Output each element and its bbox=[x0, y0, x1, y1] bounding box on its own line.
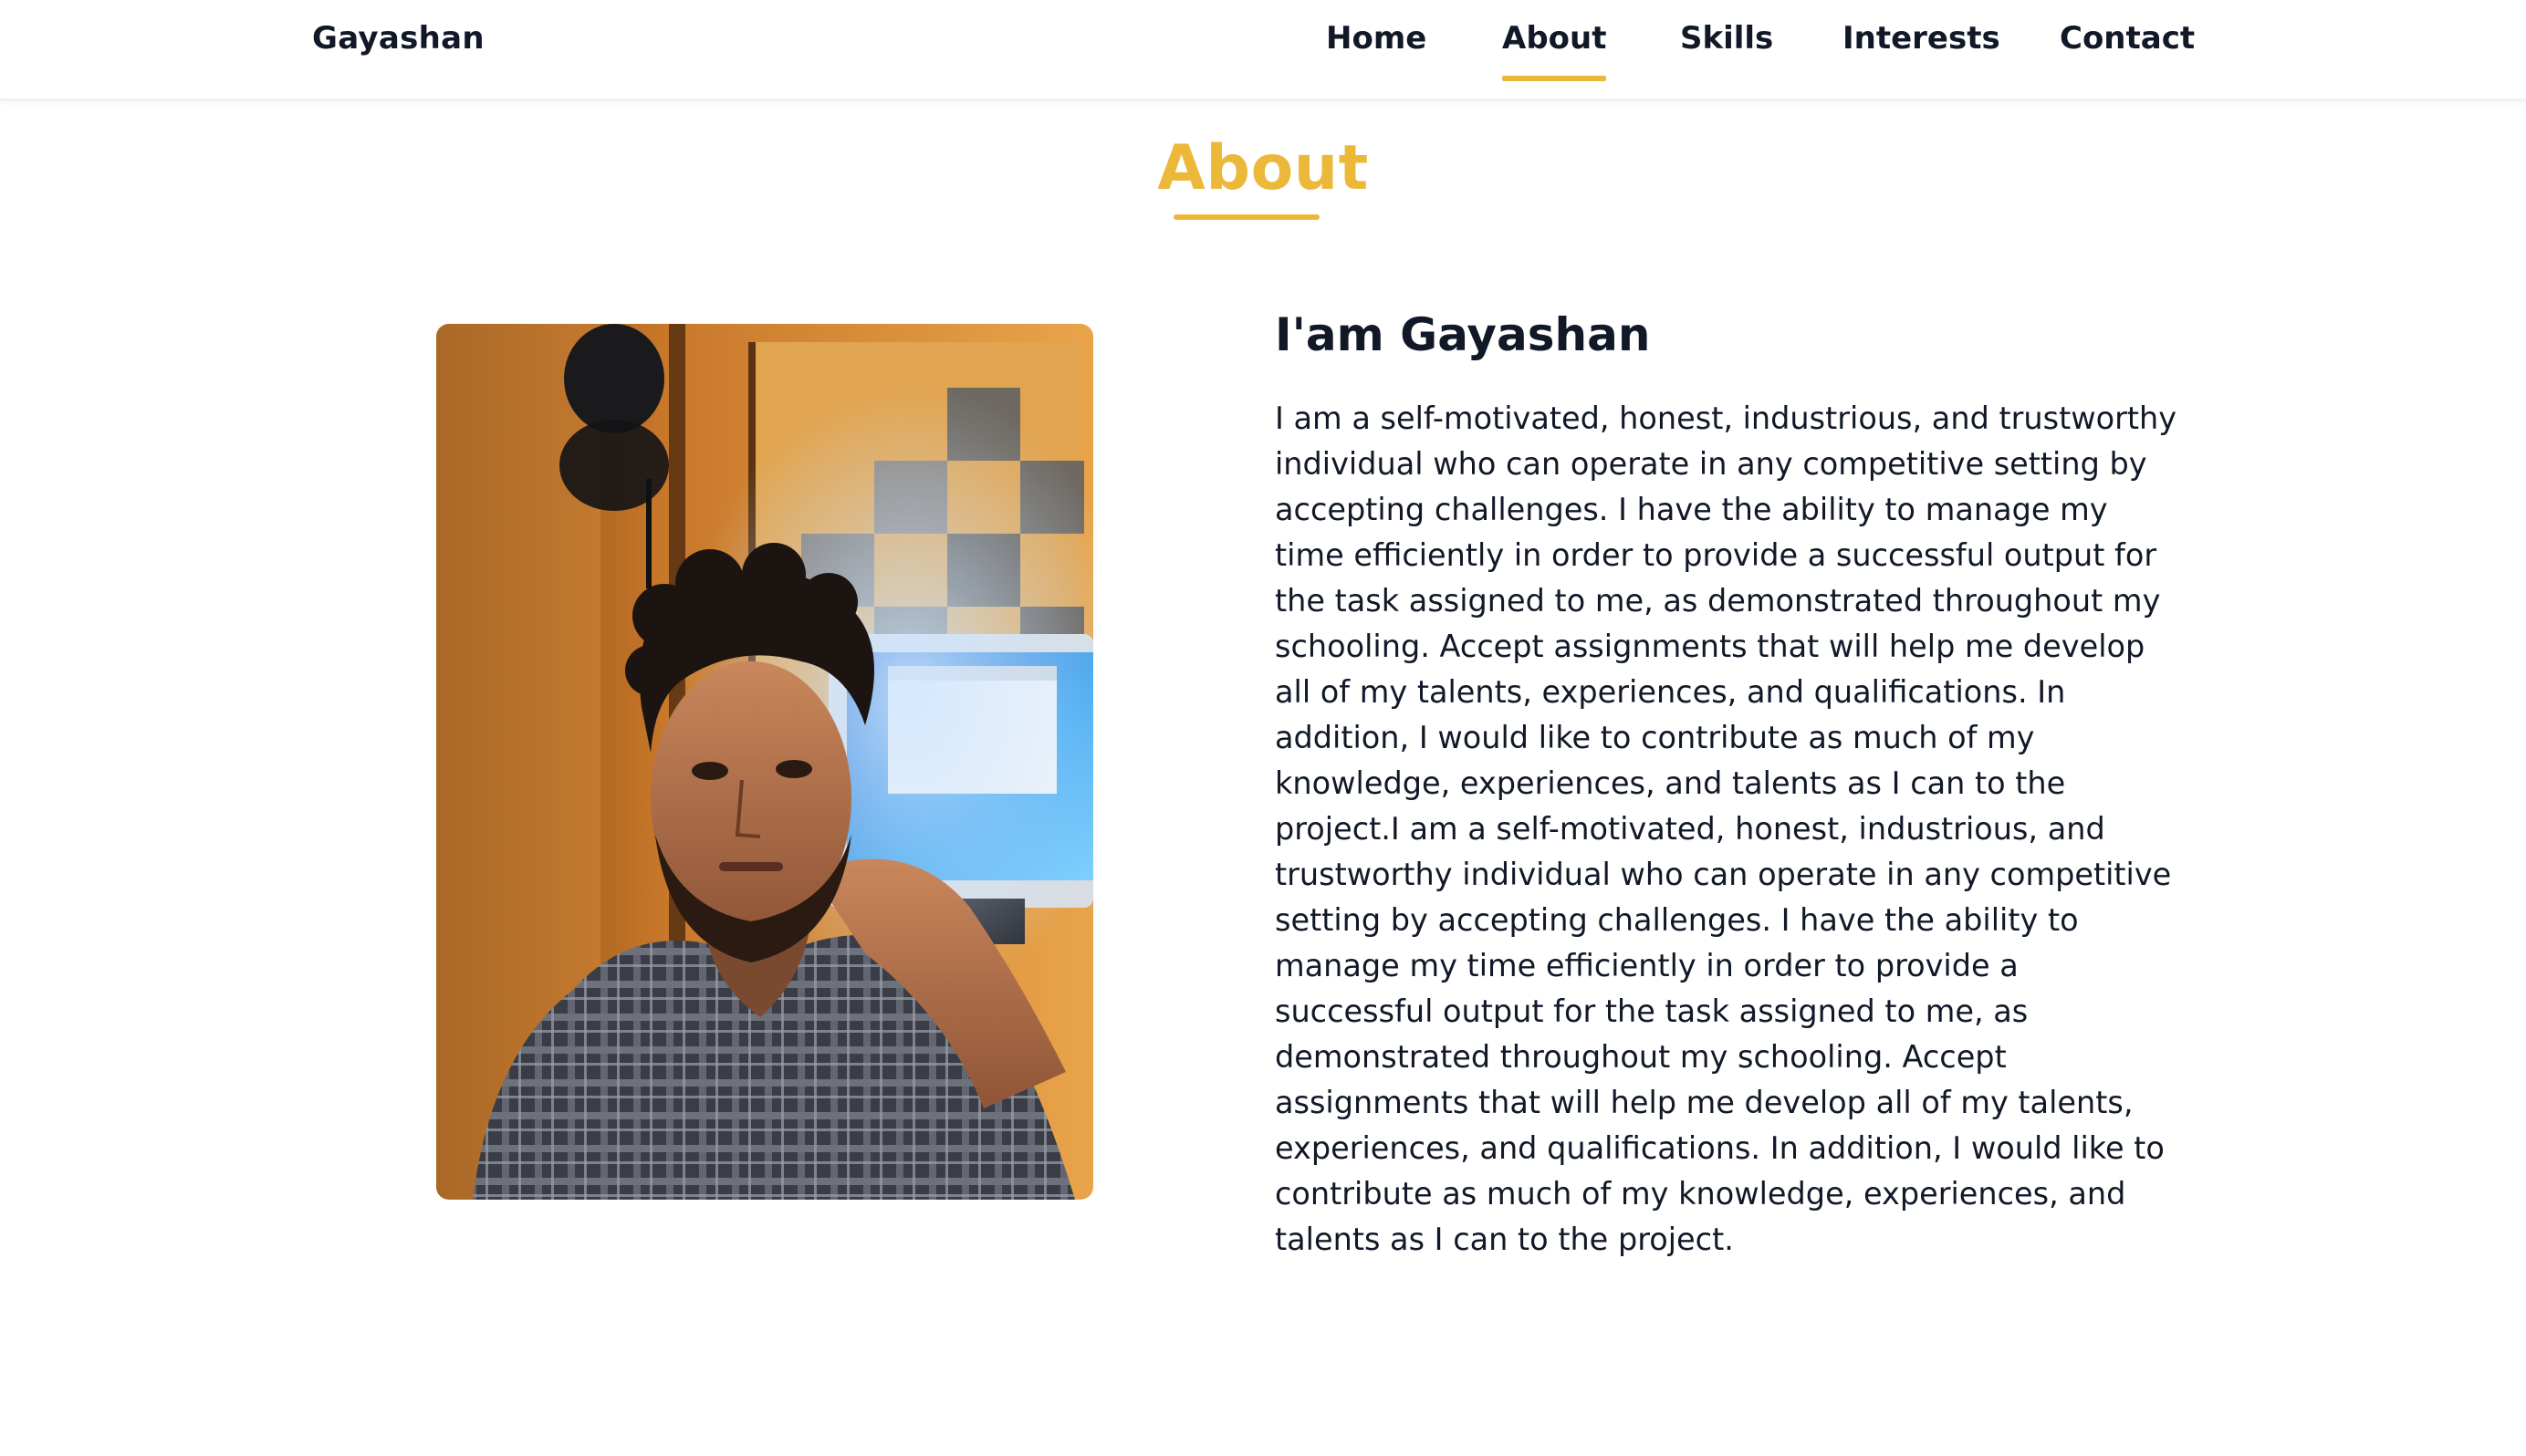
about-paragraph: I am a self-motivated, honest, industrio… bbox=[1275, 400, 2177, 1257]
section-title: About bbox=[1157, 132, 1369, 204]
nav-links: Home About Skills Interests Contact bbox=[0, 20, 2526, 81]
nav-link-skills[interactable]: Skills bbox=[1680, 20, 1773, 57]
nav-link-interests[interactable]: Interests bbox=[1842, 20, 2000, 57]
nav-link-about[interactable]: About bbox=[1502, 20, 1607, 81]
about-heading: I'am Gayashan bbox=[1275, 308, 1651, 361]
nav-link-contact[interactable]: Contact bbox=[2060, 20, 2195, 57]
navbar: Gayashan Home About Skills Interests Con… bbox=[0, 0, 2526, 100]
nav-link-home[interactable]: Home bbox=[1326, 20, 1426, 57]
title-underline bbox=[1174, 214, 1320, 220]
profile-photo bbox=[436, 324, 1093, 1200]
